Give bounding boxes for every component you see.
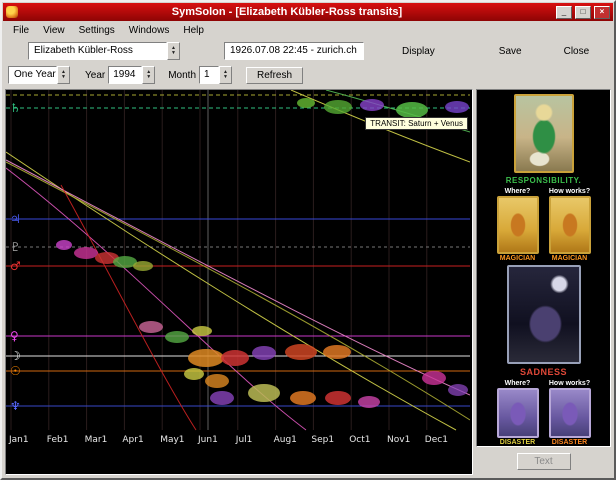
svg-text:Sep1: Sep1: [311, 435, 334, 445]
transit-chart-svg[interactable]: Jan1 Feb1 Mar1 Apr1 May1 Jun1 Jul1 Aug1 Sep1 Oct1…: [6, 90, 470, 474]
svg-text:Jun1: Jun1: [197, 435, 218, 445]
svg-text:☽: ☽: [10, 349, 21, 363]
svg-text:☉: ☉: [10, 364, 21, 378]
card-name-disaster-left: DISASTER: [500, 439, 535, 446]
person-select[interactable]: Elizabeth Kübler-Ross ▲▼: [28, 42, 180, 60]
tarot-card-magician-how[interactable]: [549, 196, 591, 254]
main-area: Jan1 Feb1 Mar1 Apr1 May1 Jun1 Jul1 Aug1 Sep1 Oct1…: [2, 87, 614, 478]
tarot-card-responsibility[interactable]: [514, 94, 574, 173]
spinner-arrows-icon[interactable]: ▲▼: [219, 66, 232, 84]
chevron-updown-icon[interactable]: ▲▼: [167, 42, 180, 60]
text-button[interactable]: Text: [517, 453, 571, 470]
month-stepper[interactable]: 1 ▲▼: [199, 66, 232, 84]
year-stepper[interactable]: 1994 ▲▼: [108, 66, 155, 84]
svg-text:♀: ♀: [10, 329, 19, 343]
svg-text:♄: ♄: [10, 101, 21, 115]
card-name-disaster-right: DISASTER: [552, 439, 587, 446]
person-select-value: Elizabeth Kübler-Ross: [28, 42, 167, 60]
svg-text:♆: ♆: [10, 399, 21, 413]
window-title: SymSolon - [Elizabeth Kübler-Ross transi…: [21, 6, 553, 18]
where-header: Where?: [505, 380, 531, 387]
how-works-header: How works?: [549, 380, 590, 387]
menu-settings[interactable]: Settings: [72, 24, 122, 37]
card-label-responsibility: RESPONSIBILITY.: [506, 176, 582, 185]
range-select[interactable]: One Year ▲▼: [8, 66, 70, 84]
svg-text:♂: ♂: [10, 259, 21, 273]
svg-text:May1: May1: [160, 435, 184, 445]
titlebar[interactable]: SymSolon - [Elizabeth Kübler-Ross transi…: [3, 3, 613, 21]
svg-text:♃: ♃: [10, 212, 21, 226]
toolbar-top: Elizabeth Kübler-Ross ▲▼ 1926.07.08 22:4…: [2, 39, 614, 63]
svg-text:Aug1: Aug1: [274, 435, 297, 445]
save-button[interactable]: Save: [493, 44, 528, 59]
sidebar-footer: Text: [476, 447, 611, 475]
card-pair-magician: Where? MAGICIAN How works? MAGICIAN: [497, 188, 591, 262]
toolbar-controls: One Year ▲▼ Year 1994 ▲▼ Month 1 ▲▼ Refr…: [2, 63, 614, 87]
close-button[interactable]: ×: [594, 6, 610, 19]
transit-tooltip: TRANSIT: Saturn + Venus: [365, 117, 468, 130]
app-window: SymSolon - [Elizabeth Kübler-Ross transi…: [0, 0, 616, 480]
tarot-card-disaster-where[interactable]: [497, 388, 539, 438]
refresh-button[interactable]: Refresh: [246, 67, 303, 84]
tarot-card-magician-where[interactable]: [497, 196, 539, 254]
card-name-magician-left: MAGICIAN: [500, 255, 535, 262]
spinner-arrows-icon[interactable]: ▲▼: [142, 66, 155, 84]
range-select-value: One Year: [8, 66, 57, 84]
svg-text:Oct1: Oct1: [349, 435, 370, 445]
birth-data-input[interactable]: 1926.07.08 22:45 - zurich.ch: [224, 42, 364, 60]
card-name-magician-right: MAGICIAN: [552, 255, 587, 262]
svg-text:Nov1: Nov1: [387, 435, 410, 445]
menubar: File View Settings Windows Help: [2, 22, 614, 39]
where-header: Where?: [505, 188, 531, 195]
menu-help[interactable]: Help: [176, 24, 211, 37]
close-view-button[interactable]: Close: [558, 44, 596, 59]
svg-text:Feb1: Feb1: [47, 435, 69, 445]
menu-view[interactable]: View: [36, 24, 72, 37]
svg-text:Dec1: Dec1: [425, 435, 448, 445]
display-button[interactable]: Display: [396, 44, 441, 59]
minimize-button[interactable]: _: [556, 6, 572, 19]
menu-file[interactable]: File: [6, 24, 36, 37]
svg-text:Jan1: Jan1: [8, 435, 29, 445]
card-pair-disaster: Where? DISASTER How works? DISASTER: [497, 380, 591, 446]
svg-text:Apr1: Apr1: [122, 435, 143, 445]
app-icon: [6, 6, 18, 18]
month-label: Month: [165, 70, 199, 81]
tarot-panel: RESPONSIBILITY. Where? MAGICIAN How work…: [476, 89, 611, 447]
month-value[interactable]: 1: [199, 66, 219, 84]
svg-text:Jul1: Jul1: [235, 435, 253, 445]
transit-chart[interactable]: Jan1 Feb1 Mar1 Apr1 May1 Jun1 Jul1 Aug1 Sep1 Oct1…: [5, 89, 473, 475]
year-label: Year: [82, 70, 108, 81]
how-works-header: How works?: [549, 188, 590, 195]
tarot-sidebar: RESPONSIBILITY. Where? MAGICIAN How work…: [476, 89, 611, 475]
chevron-updown-icon[interactable]: ▲▼: [57, 66, 70, 84]
tarot-card-disaster-how[interactable]: [549, 388, 591, 438]
card-label-sadness: SADNESS: [520, 367, 567, 377]
menu-windows[interactable]: Windows: [122, 24, 177, 37]
svg-text:Mar1: Mar1: [85, 435, 108, 445]
year-value[interactable]: 1994: [108, 66, 142, 84]
maximize-button[interactable]: □: [575, 6, 591, 19]
tarot-card-sadness[interactable]: [507, 265, 581, 364]
svg-text:♇: ♇: [10, 240, 21, 254]
